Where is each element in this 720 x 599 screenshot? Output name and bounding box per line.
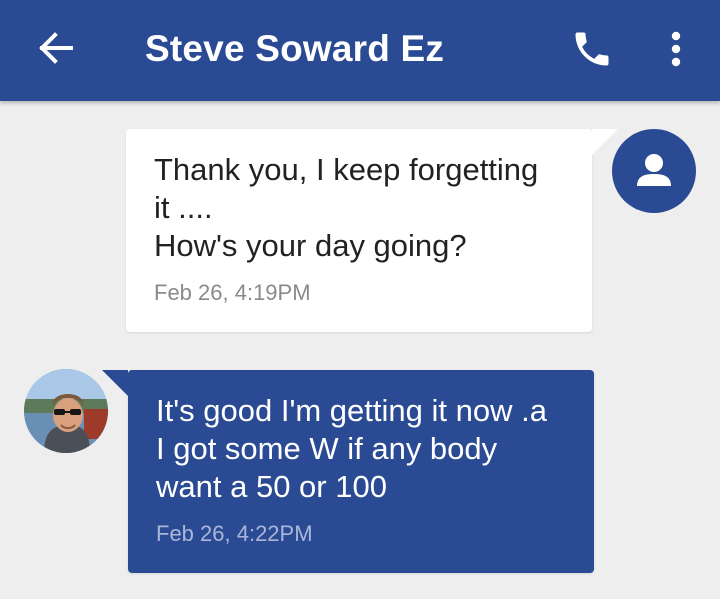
bubble-tail [592,129,618,155]
contact-avatar[interactable] [24,369,108,453]
message-text: Thank you, I keep forgetting it .... How… [154,152,539,263]
arrow-back-icon [39,32,73,64]
bubble-tail [102,370,128,396]
message-bubble-incoming[interactable]: It's good I'm getting it now .a I got so… [102,370,594,573]
overflow-menu-button[interactable] [662,27,690,71]
contact-photo-image [24,369,108,453]
more-vert-icon [671,31,681,67]
app-bar: Steve Soward Ez [0,0,720,101]
message-timestamp: Feb 26, 4:22PM [156,521,313,546]
phone-icon [575,32,609,66]
call-button[interactable] [570,27,614,71]
contact-name-title: Steve Soward Ez [145,28,445,69]
my-avatar[interactable] [612,129,696,213]
default-person-icon [637,154,671,186]
message-timestamp: Feb 26, 4:19PM [154,280,311,305]
message-bubble-outgoing[interactable]: Thank you, I keep forgetting it .... How… [126,129,618,332]
back-button[interactable] [36,28,76,68]
message-text: It's good I'm getting it now .a I got so… [156,393,547,504]
